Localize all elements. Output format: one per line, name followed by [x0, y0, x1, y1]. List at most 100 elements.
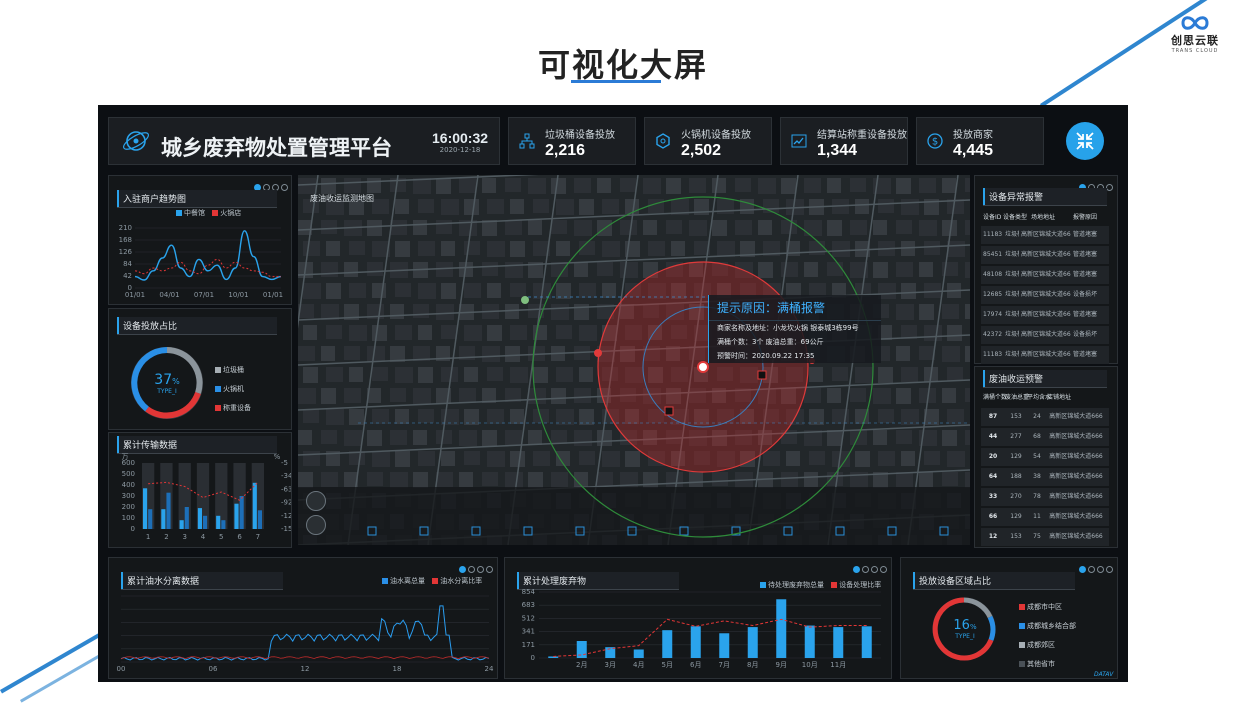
- city-block: [855, 367, 873, 383]
- stat-card-hotpot: 火锅机设备投放 2,502: [644, 117, 772, 165]
- monitoring-map[interactable]: 废油收运监测地图 提示原因：满桶报警 商家名称及地址：小龙坎火锅 银泰城3栋99…: [298, 175, 970, 545]
- y-tick-label-left: 100: [122, 514, 135, 522]
- city-block: [436, 178, 451, 194]
- city-block: [551, 388, 566, 404]
- column-header: 场地地址: [1031, 214, 1056, 221]
- stat-card-bins: 垃圾桶设备投放 2,216: [508, 117, 636, 165]
- table-row[interactable]: 11183垃圾桶高新区锦城大道66管道堵塞: [981, 226, 1109, 244]
- city-block: [620, 178, 636, 192]
- city-block: [643, 178, 661, 194]
- city-block: [873, 388, 891, 404]
- table-row[interactable]: 48108垃圾桶高新区锦城大道66管道堵塞: [981, 266, 1109, 284]
- table-row[interactable]: 20 129 54 高新区锦城大道666: [981, 448, 1109, 466]
- table-cell: 75: [1033, 533, 1041, 540]
- city-block: [901, 451, 915, 466]
- bar: [747, 627, 758, 658]
- city-block: [464, 409, 479, 425]
- collapse-fullscreen-button[interactable]: [1066, 122, 1104, 160]
- city-block: [597, 178, 611, 193]
- city-block: [648, 241, 665, 256]
- city-block: [418, 199, 434, 213]
- y-unit-right: %: [274, 453, 281, 461]
- panel-controls[interactable]: [457, 558, 493, 573]
- city-block: [896, 304, 914, 320]
- table-row[interactable]: 85451垃圾桶高新区锦城大道66管道堵塞: [981, 246, 1109, 264]
- table-cell: 高新区锦城大道666: [1049, 433, 1103, 440]
- city-block: [556, 241, 570, 256]
- panel-controls[interactable]: [1077, 558, 1113, 573]
- panel-controls[interactable]: [851, 558, 887, 573]
- city-block: [533, 409, 549, 423]
- city-block: [464, 199, 479, 215]
- legend-item-hotpot: 火锅机: [215, 384, 251, 394]
- city-block: [551, 472, 568, 487]
- table-row[interactable]: 33 270 78 高新区锦城大道666: [981, 488, 1109, 506]
- table-cell: 78: [1033, 493, 1041, 500]
- bar: [148, 509, 153, 529]
- table-row[interactable]: 12 153 75 高新区锦城大道666: [981, 528, 1109, 546]
- table-row[interactable]: 87 153 24 高新区锦城大道666: [981, 408, 1109, 426]
- city-block: [924, 451, 940, 465]
- panel-controls[interactable]: [252, 176, 288, 191]
- city-block: [528, 472, 543, 488]
- x-tick-label: 6: [237, 533, 242, 541]
- panel-title: 废油收运预警: [983, 370, 1107, 388]
- city-block: [579, 283, 596, 298]
- table-cell: 高新区锦城大道66: [1021, 251, 1071, 258]
- city-block: [574, 178, 591, 193]
- city-block: [418, 451, 435, 466]
- bar: [252, 482, 257, 529]
- city-block: [579, 199, 594, 215]
- city-block: [556, 325, 572, 339]
- column-header: 店铺地址: [1047, 394, 1072, 401]
- city-block: [671, 241, 685, 256]
- city-block: [597, 262, 613, 276]
- table-row[interactable]: 42372垃圾桶高新区锦城大道66设备损坏: [981, 326, 1109, 344]
- donut-center-label: 16% TYPE_I: [945, 618, 985, 640]
- panel-controls[interactable]: [1077, 176, 1113, 191]
- chart-line-icon: [791, 134, 807, 148]
- city-block: [349, 367, 363, 382]
- x-tick-label: 6月: [690, 661, 701, 669]
- city-block: [712, 178, 726, 193]
- table-cell: 129: [1010, 513, 1022, 520]
- y-tick-label-left: 300: [122, 492, 135, 500]
- city-block: [505, 220, 522, 235]
- table-cell: 153: [1010, 533, 1022, 540]
- city-block: [896, 346, 910, 361]
- table-row[interactable]: 12685垃圾桶高新区锦城大道66设备损坏: [981, 286, 1109, 304]
- y-tick-label: 168: [119, 236, 132, 244]
- city-block: [298, 430, 312, 445]
- map-zoom-control[interactable]: [306, 491, 326, 511]
- x-tick-label: 2月: [576, 661, 587, 669]
- table-row[interactable]: 17974垃圾桶高新区锦城大道66管道堵塞: [981, 306, 1109, 324]
- city-block: [413, 388, 431, 404]
- table-cell: 设备损坏: [1073, 331, 1098, 338]
- map-compass-control[interactable]: [306, 515, 326, 535]
- city-block: [367, 262, 383, 276]
- infinity-logo-icon: [1181, 16, 1209, 30]
- city-block: [441, 367, 458, 382]
- table-row[interactable]: 66 129 11 高新区锦城大道666: [981, 508, 1109, 526]
- table-cell: 188: [1010, 473, 1022, 480]
- city-block: [574, 262, 588, 277]
- panel-title: 入驻商户趋势图: [117, 190, 277, 208]
- table-cell: 高新区锦城大道66: [1021, 331, 1071, 338]
- table-row[interactable]: 11183垃圾桶高新区锦城大道66管道堵塞: [981, 346, 1109, 364]
- city-block: [942, 430, 957, 446]
- city-block: [436, 262, 453, 277]
- y-tick-label-left: 600: [122, 459, 135, 467]
- legend-item: 成都郊区: [1019, 640, 1076, 650]
- logo-subtext: TRANS CLOUD: [1171, 48, 1219, 54]
- table-cell: 管道堵塞: [1073, 351, 1098, 358]
- bar: [197, 508, 202, 529]
- y-tick-label-left: 500: [122, 470, 135, 478]
- y-tick-label-right: -121: [281, 512, 291, 520]
- city-block: [372, 367, 388, 381]
- table-row[interactable]: 44 277 68 高新区锦城大道666: [981, 428, 1109, 446]
- bar: [216, 515, 221, 529]
- city-block: [344, 262, 358, 277]
- table-row[interactable]: 64 188 38 高新区锦城大道666: [981, 468, 1109, 486]
- table-cell: 垃圾桶: [1005, 271, 1019, 278]
- city-block: [574, 220, 592, 236]
